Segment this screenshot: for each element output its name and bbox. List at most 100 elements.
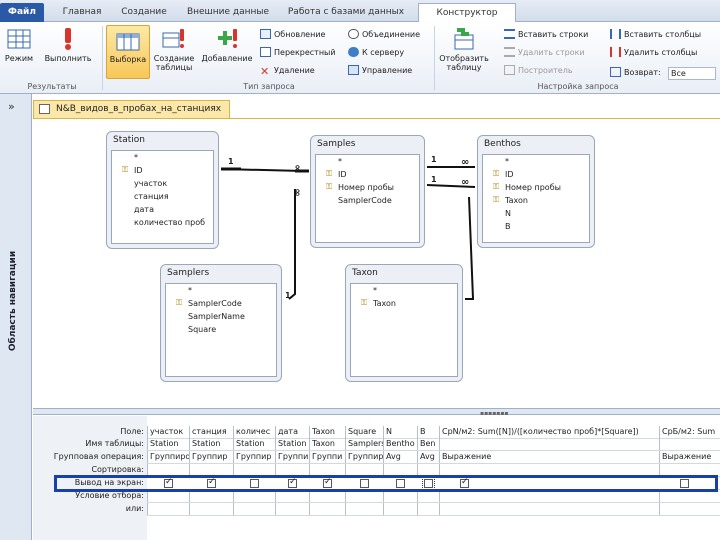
field[interactable]: Taxon (505, 196, 528, 205)
grid-cell-total[interactable]: Avg (417, 451, 439, 463)
nav-pane-toggle-button[interactable]: » (8, 100, 15, 113)
pane-splitter[interactable]: ▪▪▪▪▪▪▪ (33, 408, 720, 417)
pass-through-query-button[interactable]: К серверу (348, 46, 404, 60)
field-id[interactable]: ID (338, 170, 347, 179)
make-table-button[interactable]: Создание таблицы (152, 25, 196, 79)
grid-cell-criteria[interactable] (147, 503, 189, 515)
grid-cell-field[interactable]: N (383, 426, 417, 438)
nav-pane-label[interactable]: Область навигации (8, 246, 22, 356)
grid-cell-field[interactable]: дата (275, 426, 309, 438)
run-button[interactable]: Выполнить (38, 25, 98, 79)
crosstab-query-button[interactable]: Перекрестный (260, 46, 336, 60)
grid-cell-total[interactable]: Avg (383, 451, 417, 463)
grid-cell-total[interactable]: Группир (233, 451, 275, 463)
grid-cell-field[interactable]: СрБ/м2: Sum (659, 426, 720, 438)
grid-cell-field[interactable]: СрN/м2: Sum([N])/([количество проб]*[Squ… (439, 426, 659, 438)
grid-cell-table[interactable]: Taxon (309, 438, 345, 450)
field[interactable]: Номер пробы (338, 183, 394, 192)
tab-file[interactable]: Файл (0, 3, 44, 22)
field-all[interactable]: * (134, 153, 138, 162)
field-all[interactable]: * (373, 286, 377, 295)
grid-cell-criteria[interactable] (659, 503, 720, 515)
grid-cell-field[interactable]: станция (189, 426, 233, 438)
field[interactable]: SamplerCode (338, 196, 392, 205)
table-taxon[interactable]: Taxon * ⚿ Taxon (345, 264, 463, 382)
builder-label: Построитель (518, 66, 573, 75)
tab-create[interactable]: Создание (116, 3, 172, 22)
grid-cell-criteria[interactable] (417, 503, 439, 515)
grid-cell-table[interactable]: Bentho (383, 438, 417, 450)
grid-cell-criteria[interactable] (345, 503, 383, 515)
field[interactable]: N (505, 209, 511, 218)
grid-cell-field[interactable]: участок (147, 426, 189, 438)
table-samplers[interactable]: Samplers * ⚿ SamplerCode SamplerName Squ… (160, 264, 282, 382)
data-definition-query-button[interactable]: Управление (348, 64, 412, 78)
grid-cell-table[interactable]: Station (189, 438, 233, 450)
grid-cell-field[interactable]: Taxon (309, 426, 345, 438)
grid-cell-criteria[interactable] (309, 503, 345, 515)
field-all[interactable]: * (505, 157, 509, 166)
grid-cell-table[interactable] (659, 438, 720, 450)
field-all[interactable]: * (338, 157, 342, 166)
show-table-button[interactable]: Отобразить таблицу (436, 25, 492, 79)
delete-rows-button[interactable]: Удалить строки (504, 46, 585, 60)
field[interactable]: Square (188, 325, 216, 334)
table-title: Samples (317, 139, 356, 149)
grid-cell-table[interactable]: Station (275, 438, 309, 450)
field[interactable]: количество проб (134, 218, 205, 227)
query-document-tab[interactable]: N&B_видов_в_пробах_на_станциях (33, 100, 230, 118)
grid-cell-field[interactable]: Square (345, 426, 383, 438)
grid-cell-total[interactable]: Группиро (147, 451, 189, 463)
field[interactable]: участок (134, 179, 167, 188)
field-id[interactable]: ID (505, 170, 514, 179)
return-value-combo[interactable]: Все (668, 67, 716, 80)
tab-design[interactable]: Конструктор (418, 3, 516, 22)
insert-rows-button[interactable]: Вставить строки (504, 28, 588, 42)
grid-cell-total[interactable]: Группир (189, 451, 233, 463)
tab-home[interactable]: Главная (56, 3, 108, 22)
update-query-button[interactable]: Обновление (260, 28, 325, 42)
union-query-button[interactable]: Объединение (348, 28, 420, 42)
grid-cell-criteria[interactable] (189, 503, 233, 515)
grid-cell-table[interactable]: Samplers (345, 438, 383, 450)
field[interactable]: SamplerName (188, 312, 245, 321)
grid-cell-field[interactable]: B (417, 426, 439, 438)
grid-cell-total[interactable]: Выражение (659, 451, 720, 463)
tab-external-data[interactable]: Внешние данные (180, 3, 276, 22)
field[interactable]: B (505, 222, 511, 231)
grid-cell-criteria[interactable] (275, 503, 309, 515)
grid-cell-table[interactable]: Station (233, 438, 275, 450)
group-label-query-setup: Настройка запроса (537, 82, 619, 91)
table-station[interactable]: Station * ⚿ ID участок станция дата коли… (106, 131, 219, 249)
select-query-button[interactable]: Выборка (106, 25, 150, 79)
grid-cell-table[interactable]: Station (147, 438, 189, 450)
grid-cell-criteria[interactable] (233, 503, 275, 515)
delete-query-button[interactable]: ✕ Удаление (260, 64, 315, 78)
grid-cell-total[interactable]: Группир (345, 451, 383, 463)
grid-cell-table[interactable] (439, 438, 659, 450)
field[interactable]: Номер пробы (505, 183, 561, 192)
grid-cell-field[interactable]: количес (233, 426, 275, 438)
view-button[interactable]: Режим (4, 25, 34, 79)
field-id[interactable]: Taxon (373, 299, 396, 308)
make-table-label: Создание таблицы (153, 54, 195, 72)
grid-cell-criteria[interactable] (383, 503, 417, 515)
grid-cell-total[interactable]: Группи (309, 451, 345, 463)
grid-cell-table[interactable]: Ben (417, 438, 439, 450)
field[interactable]: дата (134, 205, 154, 214)
update-label: Обновление (274, 30, 326, 39)
delete-columns-button[interactable]: Удалить столбцы (610, 46, 697, 60)
table-samples[interactable]: Samples * ⚿ ID ⚿ Номер пробы SamplerCode (310, 135, 425, 248)
builder-button[interactable]: Построитель (504, 64, 573, 78)
grid-cell-total[interactable]: Группи (275, 451, 309, 463)
insert-columns-button[interactable]: Вставить столбцы (610, 28, 701, 42)
field-id[interactable]: ID (134, 166, 143, 175)
field-id[interactable]: SamplerCode (188, 299, 242, 308)
table-benthos[interactable]: Benthos * ⚿ ID ⚿ Номер пробы ⚿ Taxon N B (477, 135, 595, 248)
field-all[interactable]: * (188, 286, 192, 295)
tab-database-tools[interactable]: Работа с базами данных (284, 3, 408, 22)
append-button[interactable]: Добавление (198, 25, 256, 79)
grid-cell-total[interactable]: Выражение (439, 451, 659, 463)
grid-cell-criteria[interactable] (439, 503, 659, 515)
field[interactable]: станция (134, 192, 169, 201)
